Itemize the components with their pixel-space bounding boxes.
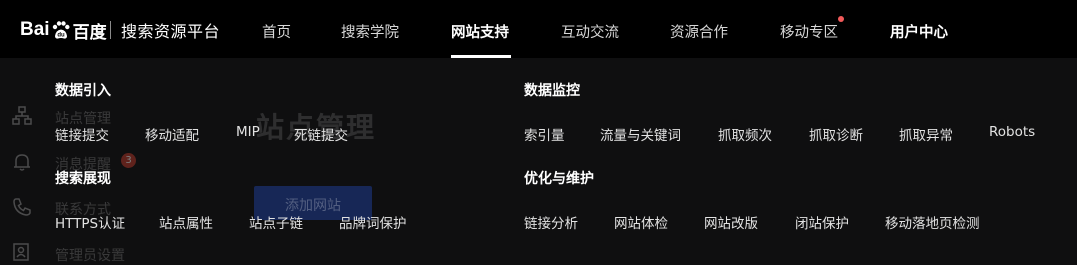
- section-title-data-monitoring: 数据监控: [524, 83, 580, 99]
- menu-link-index-volume[interactable]: 索引量: [524, 124, 565, 144]
- baidu-logo[interactable]: Bai du 百度: [20, 15, 107, 45]
- menu-link-dead-link-submit[interactable]: 死链提交: [294, 124, 348, 144]
- nav-home[interactable]: 首页: [262, 21, 291, 42]
- nav-search-academy[interactable]: 搜索学院: [341, 21, 399, 42]
- section-title-search-display: 搜索展现: [55, 171, 111, 187]
- menu-link-link-analysis[interactable]: 链接分析: [524, 212, 578, 232]
- menu-link-site-sublinks[interactable]: 站点子链: [249, 212, 303, 232]
- menu-link-crawl-diagnosis[interactable]: 抓取诊断: [809, 124, 863, 144]
- menu-link-mobile-adapt[interactable]: 移动适配: [145, 124, 199, 144]
- menu-link-site-attributes[interactable]: 站点属性: [159, 212, 213, 232]
- logo-divider: [110, 21, 111, 39]
- menu-link-site-closure-protection[interactable]: 闭站保护: [795, 212, 849, 232]
- menu-link-mobile-landing-check[interactable]: 移动落地页检测: [885, 212, 980, 232]
- notification-dot: [838, 16, 844, 22]
- top-navigation-bar: Bai du 百度 搜索资源平台 首页 搜索学院 网站支持 互动交流 资源合作 …: [0, 0, 1077, 58]
- menu-link-brand-protection[interactable]: 品牌词保护: [339, 212, 407, 232]
- bell-icon: [14, 154, 30, 171]
- menu-link-site-checkup[interactable]: 网站体检: [614, 212, 668, 232]
- menu-link-robots[interactable]: Robots: [989, 124, 1035, 140]
- menu-link-mip[interactable]: MIP: [236, 124, 260, 140]
- nav-mobile-zone[interactable]: 移动专区: [780, 21, 838, 42]
- menu-link-crawl-frequency[interactable]: 抓取频次: [718, 124, 772, 144]
- bg-message-badge: 3: [121, 153, 136, 168]
- nav-resource-cooperation[interactable]: 资源合作: [670, 21, 728, 42]
- phone-icon: [13, 198, 31, 216]
- section-title-optimization: 优化与维护: [524, 171, 594, 187]
- logo-text-right: 百度: [72, 22, 107, 43]
- menu-link-https-cert[interactable]: HTTPS认证: [55, 212, 125, 232]
- bg-sidebar-item-admin-settings: 管理员设置: [55, 248, 125, 264]
- menu-link-traffic-keywords[interactable]: 流量与关键词: [600, 124, 681, 144]
- svg-text:du: du: [57, 33, 65, 39]
- section-title-data-import: 数据引入: [55, 83, 111, 99]
- baidu-paw-icon: du: [52, 21, 70, 39]
- menu-link-crawl-errors[interactable]: 抓取异常: [899, 124, 953, 144]
- menu-link-site-revision[interactable]: 网站改版: [704, 212, 758, 232]
- logo-text-left: Bai: [20, 19, 50, 40]
- nav-site-support[interactable]: 网站支持: [451, 21, 509, 42]
- nav-interaction[interactable]: 互动交流: [561, 21, 619, 42]
- platform-name[interactable]: 搜索资源平台: [121, 18, 220, 42]
- user-settings-icon: [13, 243, 29, 261]
- nav-user-center[interactable]: 用户中心: [890, 21, 948, 42]
- sitemap-icon: [12, 106, 32, 125]
- menu-link-link-submit[interactable]: 链接提交: [55, 124, 109, 144]
